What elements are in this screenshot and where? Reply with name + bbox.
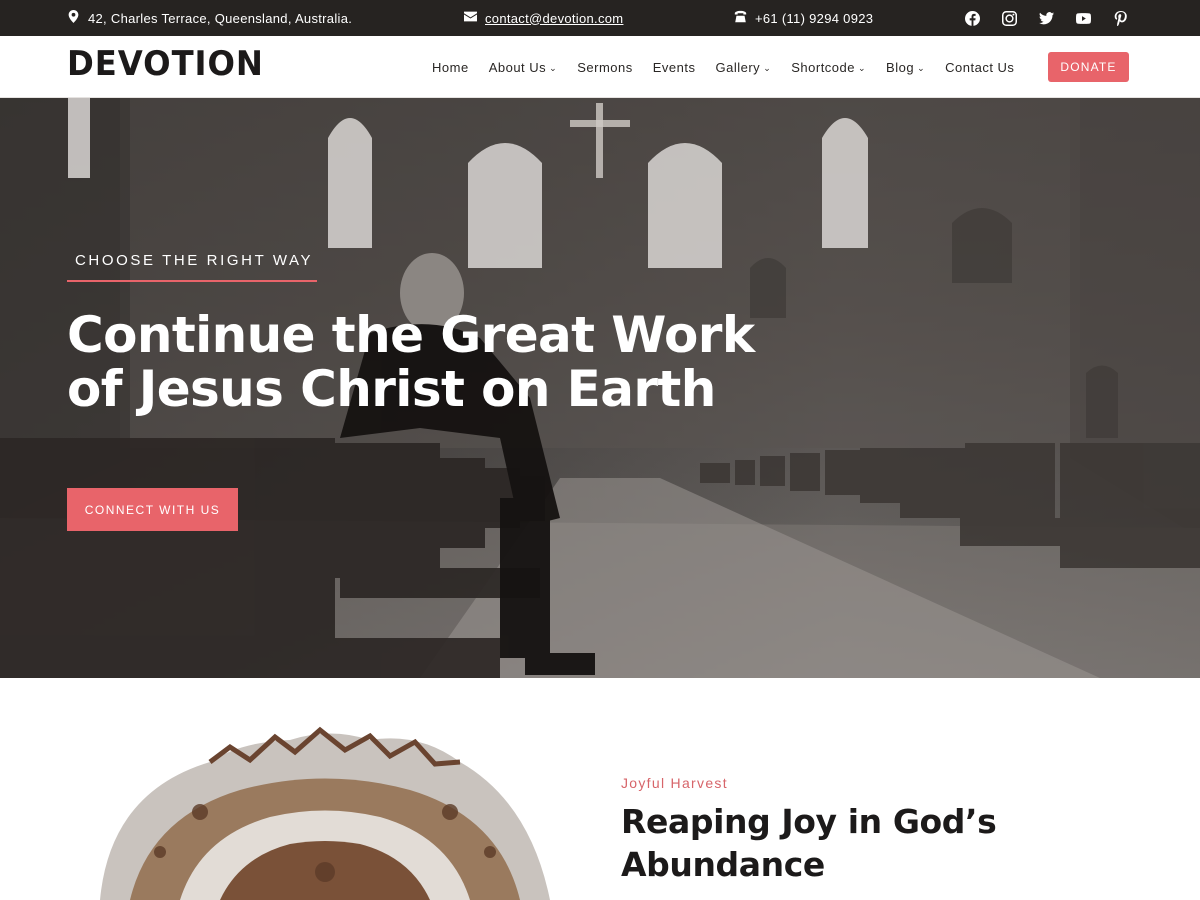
nav-item-sermons[interactable]: Sermons: [577, 60, 633, 75]
feature-title-line-2: Abundance: [621, 845, 825, 884]
nav-item-about-us[interactable]: About Us ⌄: [489, 60, 558, 75]
nav-item-events[interactable]: Events: [653, 60, 696, 75]
phone-icon: [734, 10, 747, 26]
email-link[interactable]: contact@devotion.com: [485, 11, 623, 26]
twitter-icon[interactable]: [1038, 10, 1054, 26]
feature-title-line-1: Reaping Joy in God’s: [621, 802, 997, 841]
pinterest-icon[interactable]: [1112, 10, 1128, 26]
phone-text: +61 (11) 9294 0923: [755, 10, 874, 26]
hero-section: CHOOSE THE RIGHT WAY Continue the Great …: [0, 98, 1200, 678]
nav-item-gallery[interactable]: Gallery ⌄: [716, 60, 772, 75]
hero-headline-line-1: Continue the Great Work: [67, 306, 755, 364]
location-pin-icon: [67, 10, 80, 26]
email[interactable]: contact@devotion.com: [464, 0, 623, 36]
hero-headline-line-2: of Jesus Christ on Earth: [67, 360, 716, 418]
envelope-icon: [464, 10, 477, 26]
nav-label: Sermons: [577, 59, 633, 75]
phone: +61 (11) 9294 0923: [734, 0, 873, 36]
nav-label: Shortcode: [791, 59, 855, 75]
nav-item-blog[interactable]: Blog ⌄: [886, 60, 925, 75]
main-nav: Home About Us ⌄ Sermons Events Gallery ⌄ S…: [432, 36, 1034, 98]
nav-label: About Us: [488, 59, 547, 75]
address: 42, Charles Terrace, Queensland, Austral…: [67, 0, 352, 36]
chevron-down-icon: ⌄: [917, 62, 926, 73]
facebook-icon[interactable]: [964, 10, 980, 26]
hero-headline: Continue the Great Work of Jesus Christ …: [67, 308, 787, 416]
feature-tag: Joyful Harvest: [621, 775, 728, 791]
nav-item-contact-us[interactable]: Contact Us: [945, 60, 1014, 75]
donate-button[interactable]: DONATE: [1048, 52, 1129, 82]
social-links: [964, 0, 1128, 36]
nav-label: Contact Us: [945, 59, 1015, 75]
chevron-down-icon: ⌄: [858, 62, 867, 73]
hero-kicker: CHOOSE THE RIGHT WAY: [67, 252, 317, 282]
address-text: 42, Charles Terrace, Queensland, Austral…: [88, 10, 353, 26]
connect-with-us-button[interactable]: CONNECT WITH US: [67, 488, 238, 531]
feature-title: Reaping Joy in God’s Abundance: [621, 800, 1061, 886]
baroque-dome-image: [100, 726, 550, 900]
site-logo[interactable]: DEVOTION: [67, 44, 264, 84]
nav-label: Gallery: [715, 59, 761, 75]
nav-item-home[interactable]: Home: [432, 60, 469, 75]
nav-label: Events: [652, 59, 696, 75]
instagram-icon[interactable]: [1001, 10, 1017, 26]
chevron-down-icon: ⌄: [549, 62, 558, 73]
top-info-bar: 42, Charles Terrace, Queensland, Austral…: [0, 0, 1200, 36]
nav-label: Blog: [886, 59, 915, 75]
youtube-icon[interactable]: [1075, 10, 1091, 26]
nav-item-shortcode[interactable]: Shortcode ⌄: [791, 60, 866, 75]
nav-label: Home: [432, 59, 469, 75]
chevron-down-icon: ⌄: [763, 62, 772, 73]
site-header: DEVOTION Home About Us ⌄ Sermons Events G…: [0, 36, 1200, 98]
